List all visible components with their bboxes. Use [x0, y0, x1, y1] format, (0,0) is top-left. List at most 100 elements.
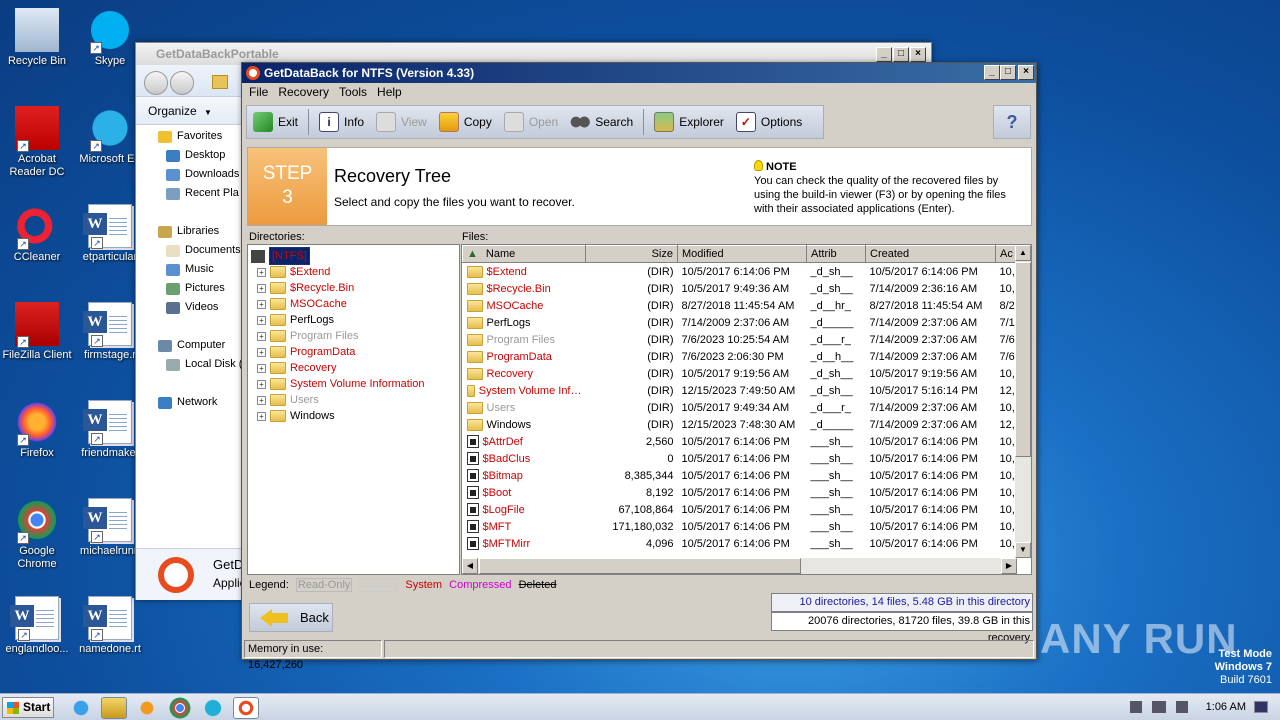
tree-item[interactable]: + Program Files: [251, 328, 459, 344]
column-attrib[interactable]: Attrib: [806, 245, 866, 263]
back-circle-icon[interactable]: [144, 71, 168, 95]
file-row[interactable]: $AttrDef 2,560 10/5/2017 6:14:06 PM ___sh__…: [463, 433, 1018, 450]
column-size[interactable]: Size: [585, 245, 678, 263]
file-row[interactable]: Windows (DIR) 12/15/2023 7:48:30 AM _d_____…: [463, 416, 1018, 433]
desktop-icon[interactable]: ↗ Firefox: [0, 400, 74, 460]
minimize-button[interactable]: _: [984, 65, 1000, 80]
nav-item[interactable]: Pictures: [136, 279, 243, 298]
desktop-icon[interactable]: ↗ Acrobat Reader DC: [0, 106, 74, 179]
file-row[interactable]: PerfLogs (DIR) 7/14/2009 2:37:06 AM _d_____…: [463, 314, 1018, 331]
tree-item[interactable]: + $Recycle.Bin: [251, 280, 459, 296]
minimize-button[interactable]: _: [876, 47, 892, 62]
directory-tree[interactable]: [NTFS] + $Extend + $Recycle.Bin + MSOCache + Pe…: [247, 244, 460, 575]
column-created[interactable]: Created: [865, 245, 996, 263]
tree-item[interactable]: + Windows: [251, 408, 459, 424]
menu-help[interactable]: Help: [374, 83, 409, 101]
expand-icon[interactable]: +: [257, 363, 266, 373]
speaker-icon[interactable]: [1130, 701, 1142, 713]
info-button[interactable]: i Info: [313, 108, 370, 136]
tree-item[interactable]: + MSOCache: [251, 296, 459, 312]
expand-icon[interactable]: +: [257, 331, 266, 341]
explorer-button[interactable]: Explorer: [648, 108, 730, 136]
title-bar[interactable]: GetDataBack for NTFS (Version 4.33) _ □ …: [242, 63, 1036, 83]
maximize-button[interactable]: □: [1000, 65, 1016, 80]
expand-icon[interactable]: +: [257, 347, 266, 357]
tree-item[interactable]: + ProgramData: [251, 344, 459, 360]
file-row[interactable]: System Volume Inf… (DIR) 12/15/2023 7:49:5…: [463, 382, 1018, 399]
file-row[interactable]: $Extend (DIR) 10/5/2017 6:14:06 PM _d_sh__ 1…: [463, 263, 1018, 281]
expand-icon[interactable]: +: [257, 395, 266, 405]
file-row[interactable]: $LogFile 67,108,864 10/5/2017 6:14:06 PM __…: [463, 501, 1018, 518]
file-row[interactable]: Recovery (DIR) 10/5/2017 9:19:56 AM _d_sh__…: [463, 365, 1018, 382]
column-name[interactable]: ▲ Name: [462, 245, 586, 263]
clock[interactable]: 1:06 AM: [1206, 701, 1246, 713]
options-button[interactable]: ✓ Options: [730, 108, 808, 136]
file-row[interactable]: $Recycle.Bin (DIR) 10/5/2017 9:49:36 AM _d_…: [463, 280, 1018, 297]
nav-item[interactable]: Local Disk (: [136, 355, 243, 374]
expand-icon[interactable]: +: [257, 315, 266, 325]
edge-taskbar-icon[interactable]: [200, 697, 226, 719]
horizontal-scrollbar[interactable]: ◀ ▶: [462, 558, 1017, 574]
file-row[interactable]: $MFTMirr 4,096 10/5/2017 6:14:06 PM ___sh__…: [463, 535, 1018, 552]
exit-button[interactable]: Exit: [247, 108, 304, 136]
tree-item[interactable]: + Users: [251, 392, 459, 408]
expand-icon[interactable]: +: [257, 299, 266, 309]
menu-tools[interactable]: Tools: [336, 83, 374, 101]
nav-item[interactable]: Computer: [136, 336, 243, 355]
tree-item[interactable]: + PerfLogs: [251, 312, 459, 328]
nav-item[interactable]: Desktop: [136, 146, 243, 165]
chrome-taskbar-icon[interactable]: [167, 697, 193, 719]
flag-icon[interactable]: [1176, 701, 1188, 713]
close-button[interactable]: ×: [1018, 65, 1034, 80]
expand-icon[interactable]: +: [257, 267, 266, 277]
search-button[interactable]: Search: [564, 108, 639, 136]
file-row[interactable]: $BadClus 0 10/5/2017 6:14:06 PM ___sh__ 10/5…: [463, 450, 1018, 467]
nav-item[interactable]: Network: [136, 393, 243, 412]
view-button[interactable]: View: [370, 108, 433, 136]
maximize-button[interactable]: □: [893, 47, 909, 62]
expand-icon[interactable]: +: [257, 379, 266, 389]
desktop-icon[interactable]: ↗ englandloo...: [0, 596, 74, 656]
desktop-icon[interactable]: Recycle Bin: [0, 8, 74, 68]
organize-button[interactable]: Organize: [148, 104, 197, 118]
file-list[interactable]: ▲ Name Size Modified Attrib Created Ac $E…: [461, 244, 1032, 575]
file-row[interactable]: Program Files (DIR) 7/6/2023 10:25:54 AM _d…: [463, 331, 1018, 348]
nav-item[interactable]: Recent Pla: [136, 184, 243, 203]
file-row[interactable]: $Boot 8,192 10/5/2017 6:14:06 PM ___sh__ 10/…: [463, 484, 1018, 501]
back-button[interactable]: Back: [249, 603, 333, 632]
desktop-icon[interactable]: ↗ FileZilla Client: [0, 302, 74, 362]
file-row[interactable]: $Bitmap 8,385,344 10/5/2017 6:14:06 PM ___s…: [463, 467, 1018, 484]
expand-icon[interactable]: +: [257, 411, 266, 421]
forward-circle-icon[interactable]: [170, 71, 194, 95]
copy-button[interactable]: Copy: [433, 108, 498, 136]
help-button[interactable]: ?: [993, 105, 1031, 139]
desktop-icon[interactable]: ↗ namedone.rt: [73, 596, 147, 656]
start-button[interactable]: Start: [2, 697, 54, 718]
nav-item[interactable]: Libraries: [136, 222, 243, 241]
open-button[interactable]: Open: [498, 108, 564, 136]
getdataback-taskbar-icon[interactable]: [233, 697, 259, 719]
scroll-up-arrow[interactable]: ▲: [1015, 245, 1031, 261]
media-player-icon[interactable]: [134, 697, 160, 719]
nav-item[interactable]: Music: [136, 260, 243, 279]
file-row[interactable]: $MFT 171,180,032 10/5/2017 6:14:06 PM ___sh…: [463, 518, 1018, 535]
nav-item[interactable]: Favorites: [136, 127, 243, 146]
tree-item[interactable]: + Recovery: [251, 360, 459, 376]
nav-item[interactable]: Videos: [136, 298, 243, 317]
tree-item[interactable]: + $Extend: [251, 264, 459, 280]
file-row[interactable]: ProgramData (DIR) 7/6/2023 2:06:30 PM _d__h…: [463, 348, 1018, 365]
vertical-scrollbar[interactable]: ▲ ▼: [1015, 245, 1031, 558]
menu-recovery[interactable]: Recovery: [275, 83, 336, 101]
scroll-down-arrow[interactable]: ▼: [1015, 542, 1031, 558]
getdataback-window[interactable]: GetDataBack for NTFS (Version 4.33) _ □ …: [241, 62, 1037, 671]
desktop-icon[interactable]: ↗ Google Chrome: [0, 498, 74, 571]
scroll-right-arrow[interactable]: ▶: [1001, 558, 1017, 574]
column-modified[interactable]: Modified: [677, 245, 807, 263]
nav-item[interactable]: Documents: [136, 241, 243, 260]
desktop-icon[interactable]: ↗ CCleaner: [0, 204, 74, 264]
scroll-thumb[interactable]: [1015, 262, 1031, 457]
tree-root[interactable]: [NTFS]: [251, 247, 459, 265]
show-desktop-icon[interactable]: [1254, 701, 1268, 713]
file-explorer-taskbar-icon[interactable]: [101, 697, 127, 719]
close-button[interactable]: ×: [910, 47, 926, 62]
